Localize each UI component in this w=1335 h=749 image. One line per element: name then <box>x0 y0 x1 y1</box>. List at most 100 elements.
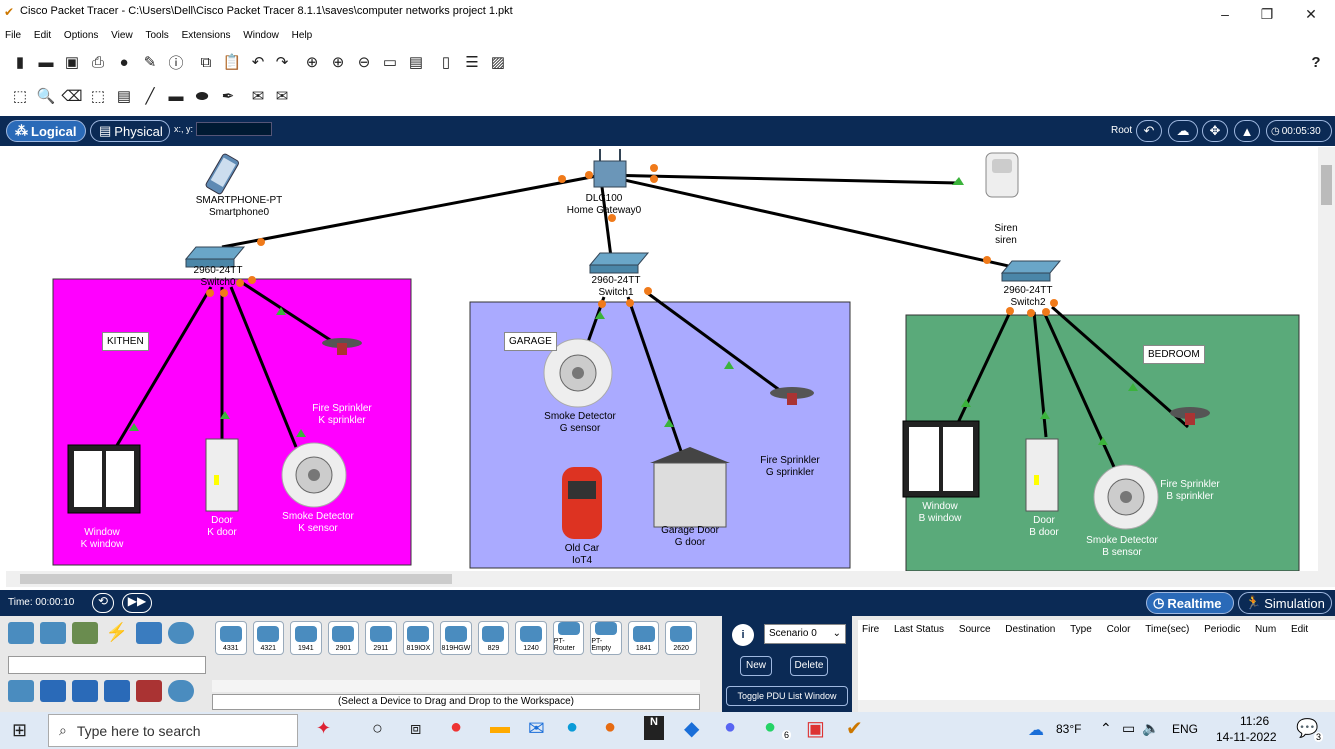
navigation-icon[interactable]: ✥ <box>1202 120 1228 142</box>
ipc-icon[interactable]: ☰ <box>462 52 482 72</box>
copy-icon[interactable]: ⧉ <box>196 52 216 72</box>
connections-icon[interactable]: ⚡ <box>104 622 130 644</box>
custom-device-icon[interactable]: ▤ <box>406 52 426 72</box>
delete-scenario-button[interactable]: Delete <box>790 656 828 676</box>
resize-icon[interactable]: ⬚ <box>88 86 108 106</box>
whatsapp-icon[interactable]: ● <box>764 716 776 739</box>
network-info-icon[interactable]: ⓘ <box>166 52 186 72</box>
image-icon[interactable]: ▨ <box>488 52 508 72</box>
menu-options[interactable]: Options <box>64 30 98 41</box>
menu-extensions[interactable]: Extensions <box>182 30 231 41</box>
menu-view[interactable]: View <box>111 30 133 41</box>
realtime-mode-button[interactable]: ◷ Realtime <box>1146 592 1234 614</box>
vertical-scrollbar[interactable] <box>1318 147 1335 571</box>
close-button[interactable]: ✕ <box>1296 6 1326 23</box>
save-icon[interactable]: ▣ <box>62 52 82 72</box>
back-icon[interactable]: ↶ <box>1136 120 1162 142</box>
new-scenario-button[interactable]: New <box>740 656 772 676</box>
menu-tools[interactable]: Tools <box>145 30 168 41</box>
zoom-out-icon[interactable]: ⊖ <box>354 52 374 72</box>
components-icon[interactable] <box>72 622 98 644</box>
clock-time[interactable]: 11:26 <box>1240 714 1269 728</box>
menu-help[interactable]: Help <box>292 30 313 41</box>
file-explorer-icon[interactable]: ▬ <box>490 716 510 739</box>
cluster-icon[interactable]: ▯ <box>436 52 456 72</box>
paste-icon[interactable]: 📋 <box>222 52 242 72</box>
weather-widget-icon[interactable]: ✦ <box>316 718 331 739</box>
windows-start-icon[interactable]: ⊞ <box>12 720 27 741</box>
rectangle-icon[interactable]: ▬ <box>166 86 186 106</box>
device-1841[interactable]: 1841 <box>627 621 660 655</box>
drawing-palette-icon[interactable]: ▭ <box>380 52 400 72</box>
delete-icon[interactable]: ⌫ <box>61 86 82 106</box>
fast-forward-icon[interactable]: ▶▶ <box>122 593 152 613</box>
wan-emulation-icon[interactable] <box>168 680 194 702</box>
freeform-icon[interactable]: ✒ <box>218 86 238 106</box>
device-819hgw[interactable]: 819HGW <box>440 621 472 655</box>
device-1240[interactable]: 1240 <box>515 621 547 655</box>
mail-icon[interactable]: ✉ <box>528 716 545 741</box>
security-icon[interactable] <box>136 680 162 702</box>
undo-icon[interactable]: ↶ <box>248 52 268 72</box>
simulation-mode-button[interactable]: 🏃 Simulation <box>1238 592 1332 614</box>
routers-icon[interactable] <box>8 680 34 702</box>
tab-logical[interactable]: ⁂ Logical <box>6 120 86 142</box>
vertical-scroll-thumb[interactable] <box>1321 165 1332 205</box>
redo-icon[interactable]: ↷ <box>272 52 292 72</box>
hubs-icon[interactable] <box>72 680 98 702</box>
horizontal-scroll-thumb[interactable] <box>20 574 452 584</box>
open-file-icon[interactable]: ▬ <box>36 52 56 72</box>
device-2911[interactable]: 2911 <box>365 621 397 655</box>
horizontal-scrollbar[interactable] <box>6 571 1335 587</box>
firefox-icon[interactable]: ● <box>604 716 616 739</box>
power-cycle-icon[interactable]: ⟲ <box>92 593 114 613</box>
device-search-field[interactable] <box>8 656 206 674</box>
device-819iox[interactable]: 819IOX <box>402 621 435 655</box>
device-pt-empty[interactable]: PT-Empty <box>590 621 622 655</box>
taskbar-search[interactable]: ⌕ Type here to search <box>48 714 298 747</box>
activity-wizard-icon[interactable]: ✎ <box>140 52 160 72</box>
discord-icon[interactable]: ● <box>724 716 736 739</box>
restore-button[interactable]: ❐ <box>1252 6 1282 23</box>
logical-workspace[interactable]: KITHEN GARAGE BEDROOM SMARTPHONE-PT Smart… <box>6 147 1318 571</box>
end-devices-icon[interactable] <box>40 622 66 644</box>
menu-window[interactable]: Window <box>243 30 279 41</box>
complex-pdu-icon[interactable]: ✉ <box>272 86 292 106</box>
cortana-icon[interactable]: ○ <box>372 718 383 739</box>
device-4331[interactable]: 4331 <box>215 621 247 655</box>
device-list-scrollbar[interactable] <box>212 680 700 692</box>
device-2620[interactable]: 2620 <box>665 621 697 655</box>
device-4321[interactable]: 4321 <box>252 621 285 655</box>
note-icon[interactable]: ▤ <box>114 86 134 106</box>
task-view-icon[interactable]: ⧈ <box>410 718 421 739</box>
packet-tracer-taskbar-icon[interactable]: ✔ <box>846 716 863 741</box>
zoom-in-icon[interactable]: ⊕ <box>302 52 322 72</box>
device-2901[interactable]: 2901 <box>327 621 360 655</box>
new-file-icon[interactable]: ▮ <box>10 52 30 72</box>
network-devices-icon[interactable] <box>8 622 34 644</box>
weather-temp[interactable]: 83°F <box>1056 722 1081 736</box>
minimize-button[interactable]: – <box>1210 6 1240 22</box>
info-icon[interactable]: i <box>732 624 754 646</box>
netflix-icon[interactable]: N <box>644 716 664 740</box>
toggle-pdu-list-button[interactable]: Toggle PDU List Window <box>726 686 848 706</box>
miscellaneous-icon[interactable] <box>136 622 162 644</box>
inspect-icon[interactable]: 🔍 <box>36 86 56 106</box>
presentation-icon[interactable]: ▣ <box>806 716 825 741</box>
battery-icon[interactable]: ▭ <box>1122 720 1135 737</box>
app-icon[interactable]: ◆ <box>684 716 699 741</box>
menu-file[interactable]: File <box>5 30 21 41</box>
menu-edit[interactable]: Edit <box>34 30 51 41</box>
viewport-icon[interactable]: ▲ <box>1234 120 1260 142</box>
clock-date[interactable]: 14-11-2022 <box>1216 730 1277 744</box>
chevron-up-icon[interactable]: ⌃ <box>1100 720 1112 737</box>
edge-icon[interactable]: ● <box>566 716 578 739</box>
simple-pdu-icon[interactable]: ✉ <box>248 86 268 106</box>
multiuser-icon[interactable] <box>168 622 194 644</box>
tab-physical[interactable]: ▤ Physical <box>90 120 170 142</box>
wireless-icon[interactable] <box>104 680 130 702</box>
help-icon[interactable]: ? <box>1306 52 1326 72</box>
scenario-select[interactable]: Scenario 0 ⌄ <box>764 624 846 644</box>
device-829[interactable]: 829 <box>477 621 510 655</box>
volume-icon[interactable]: 🔈 <box>1142 720 1159 737</box>
